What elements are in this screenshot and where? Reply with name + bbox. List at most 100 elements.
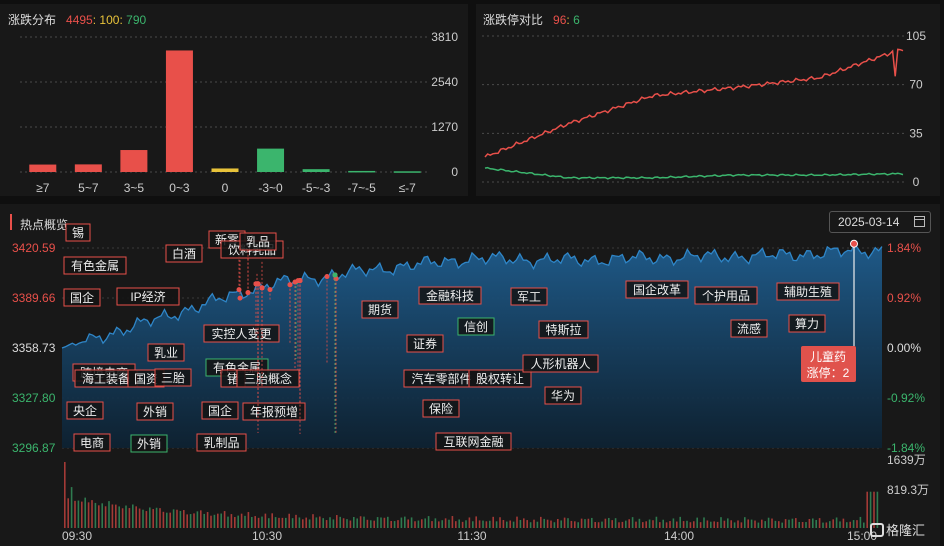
hot-tag-label: 锡 (72, 225, 84, 240)
volume-bar (662, 519, 664, 528)
volume-bar (455, 521, 457, 528)
volume-bar (546, 519, 549, 528)
volume-bar (818, 518, 821, 528)
volume-bar (856, 520, 858, 528)
hotspot-area-chart: 3420.59 1.84% 3389.66 0.92% 3358.73 0.00% 3327… (12, 223, 929, 543)
volume-bar (771, 518, 773, 528)
volume-bar (67, 498, 69, 528)
volume-bar (716, 521, 719, 528)
volume-bar (77, 500, 80, 528)
volume-bar (115, 504, 117, 528)
volume-bar (247, 512, 250, 528)
volume-bar (774, 520, 777, 528)
volume-bar (866, 491, 868, 528)
volume-bar (193, 513, 195, 528)
hot-tag-label: 互联网金融 (443, 434, 503, 449)
volume-bar (713, 521, 715, 528)
volume-bar (383, 517, 386, 528)
volume-bar (461, 521, 464, 528)
tag-dot (237, 295, 243, 301)
volume-bar (271, 513, 273, 528)
volume-bar (754, 520, 756, 528)
volume-bar (298, 517, 301, 528)
hot-tag-label: 外销 (143, 405, 167, 419)
watermark: 格隆汇 (870, 520, 925, 539)
volume-bar (533, 519, 535, 528)
volume-bar (733, 522, 736, 528)
volume-bar (523, 518, 525, 528)
volume-bar (393, 521, 396, 528)
volume-bar (574, 521, 576, 528)
volume-bar (295, 514, 297, 528)
volume-bar (274, 517, 277, 528)
volume-bar (475, 516, 477, 528)
volume-bar (319, 516, 321, 528)
volume-bar (699, 522, 702, 528)
volume-bar (652, 520, 654, 528)
volume-bar (767, 517, 770, 528)
volume-bar (315, 517, 318, 528)
volume-bar (172, 509, 175, 528)
price-tick: 3420.59 (12, 241, 56, 255)
volume-bar (427, 516, 430, 528)
volume-bar (166, 512, 168, 528)
volume-bar (70, 487, 73, 528)
volume-bar (638, 518, 641, 528)
tag-dot (245, 290, 251, 296)
volume-bar (196, 511, 199, 528)
volume-bar (509, 520, 511, 528)
tag-dot (236, 287, 242, 293)
volume-bar (244, 515, 246, 528)
volume-bar (788, 519, 790, 528)
pct-tick: 1.84% (887, 241, 921, 255)
volume-bar (710, 521, 712, 528)
volume-bar (631, 517, 634, 528)
tag-dot (259, 285, 265, 291)
volume-bar (536, 521, 539, 528)
hot-tag-label: 汽车零部件 (411, 371, 471, 386)
volume-bar (618, 522, 620, 528)
hot-tag-label: 外销 (137, 437, 161, 451)
volume-bar (128, 508, 131, 528)
volume-bar (370, 520, 372, 528)
price-tick: 3358.73 (12, 341, 56, 355)
volume-bar (417, 520, 420, 528)
volume-bar (628, 519, 630, 528)
volume-bar (234, 517, 236, 528)
volume-bar (145, 511, 148, 528)
volume-bar (645, 521, 647, 528)
volume-bar (815, 519, 817, 528)
volume-bar (676, 521, 678, 528)
volume-bar (332, 519, 335, 528)
volume-bar (608, 517, 610, 528)
volume-bar (87, 502, 90, 528)
volume-bar (138, 508, 141, 528)
volume-bar (859, 516, 862, 528)
hot-tag-label: 有色金属 (71, 258, 119, 273)
volume-bar (659, 522, 661, 528)
volume-bar (98, 505, 100, 528)
volume-bar (761, 519, 763, 528)
volume-bar (594, 522, 596, 528)
volume-bar (186, 514, 188, 528)
hot-tag-label: 白酒 (172, 246, 196, 261)
volume-bar (849, 521, 851, 528)
volume-bar (448, 519, 450, 528)
volume-bar (526, 520, 528, 528)
volume-bar (519, 519, 522, 528)
hot-tag-label: 电商 (80, 435, 104, 450)
volume-bar (441, 520, 443, 528)
volume-bar (642, 522, 644, 528)
volume-bar (689, 522, 692, 528)
hot-tag-label: 特斯拉 (545, 322, 581, 337)
volume-bar (703, 517, 705, 528)
volume-bar (550, 520, 552, 528)
volume-bar (669, 521, 671, 528)
tag-dot (287, 282, 293, 288)
hot-tag-label: 海工装备 (82, 371, 130, 386)
volume-bar (407, 519, 409, 528)
volume-bar (587, 518, 590, 528)
volume-bar (410, 517, 413, 528)
volume-bar (516, 516, 518, 528)
volume-bar (132, 504, 134, 528)
